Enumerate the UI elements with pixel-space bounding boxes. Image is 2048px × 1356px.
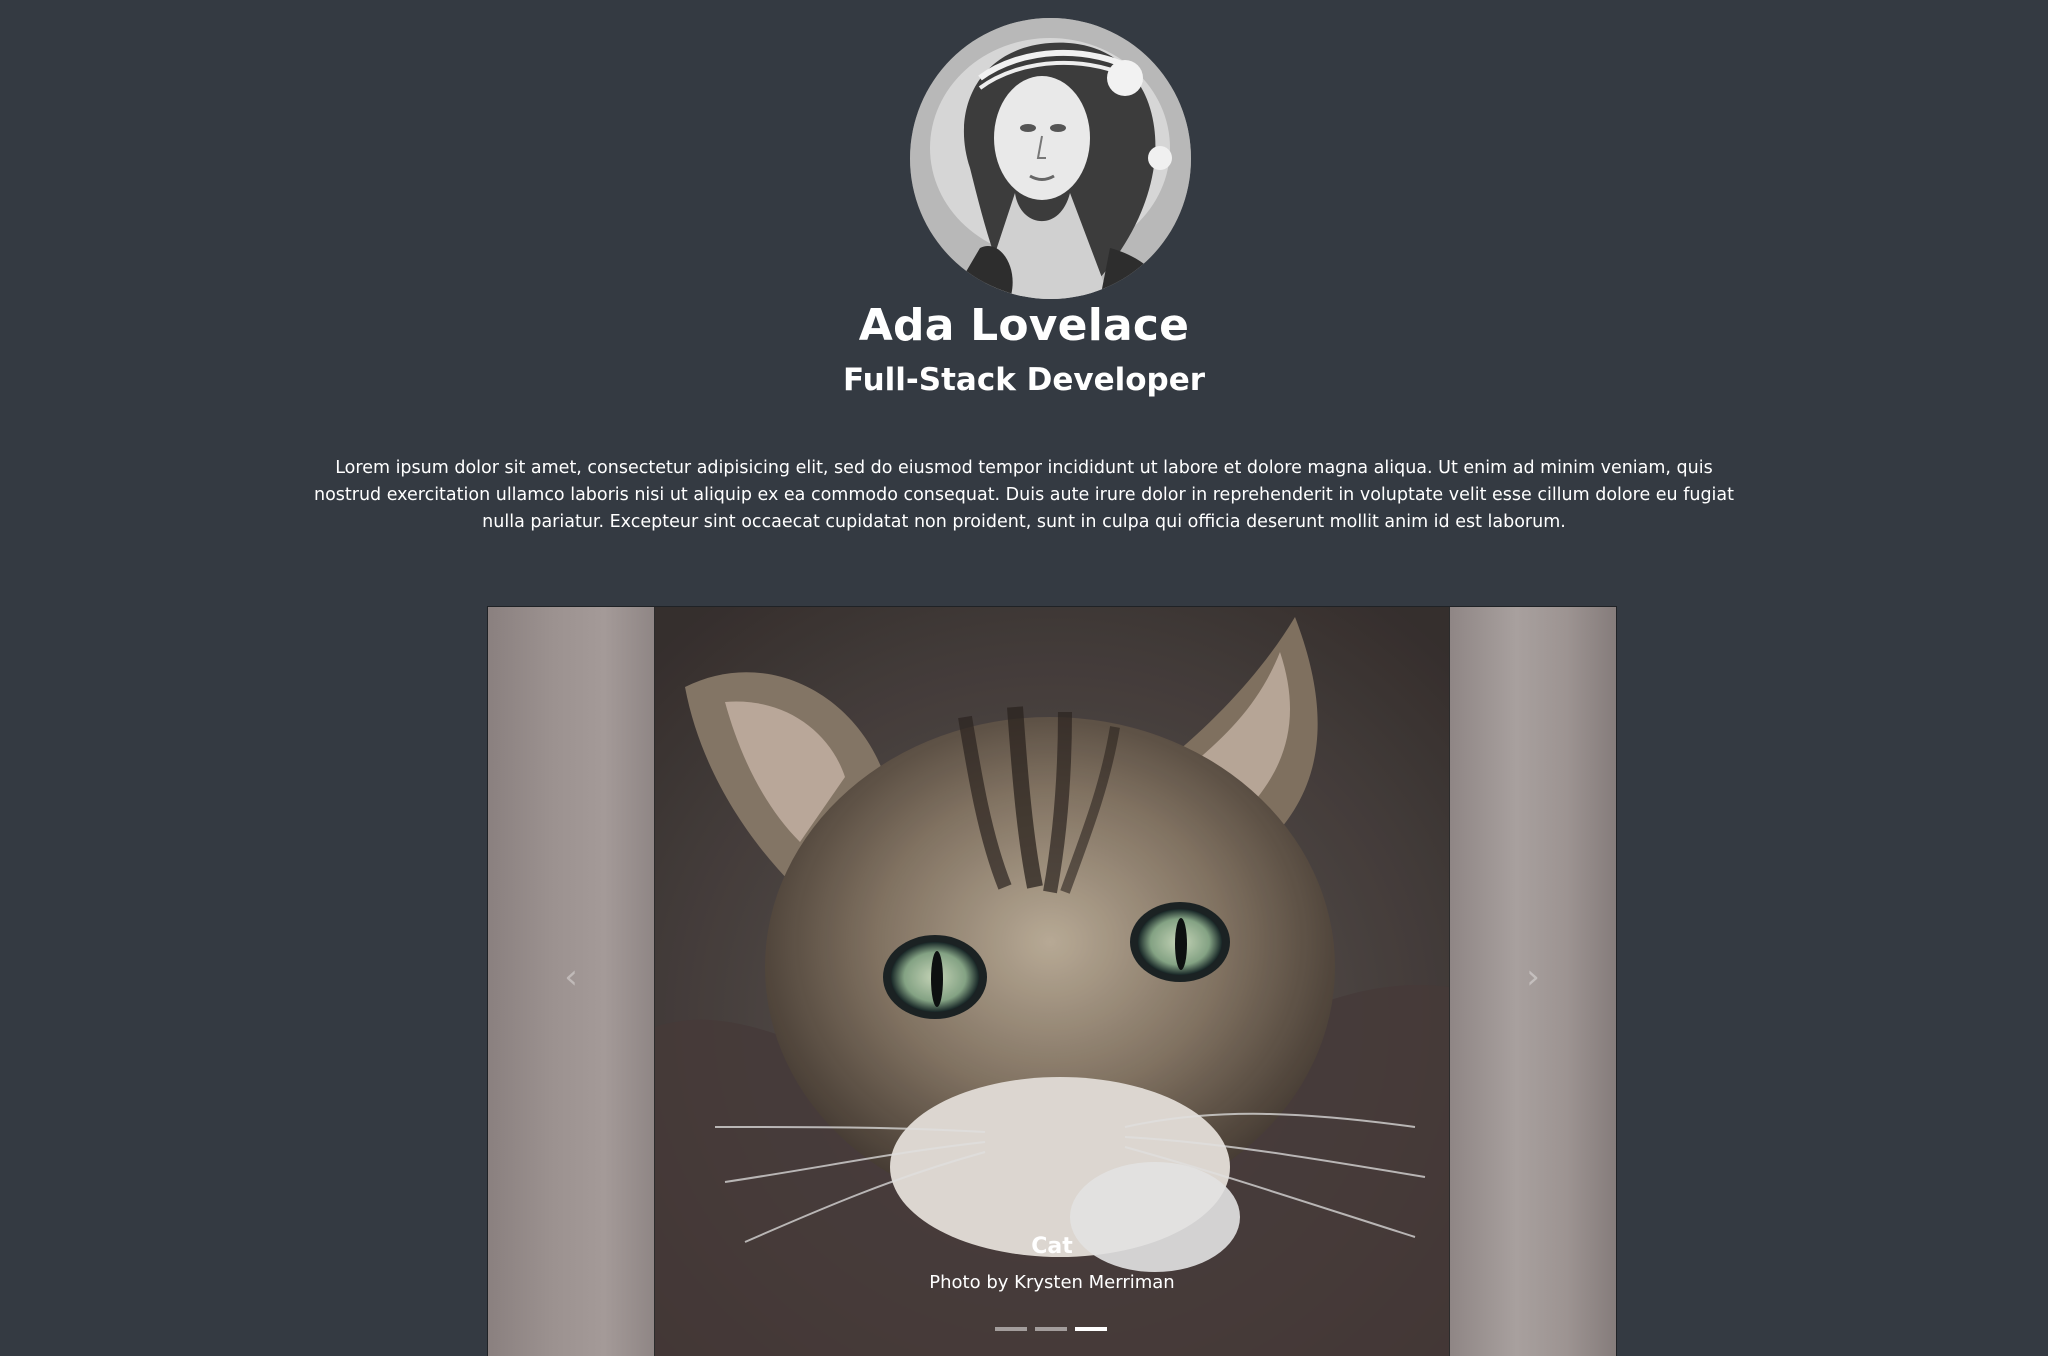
carousel-indicator-2[interactable] (1035, 1327, 1067, 1331)
avatar (910, 18, 1191, 299)
profile-role: Full-Stack Developer (842, 362, 1206, 398)
portfolio-page: Ada Lovelace Full-Stack Developer Lorem … (0, 0, 2048, 1356)
portrait-image (910, 18, 1191, 299)
carousel-indicator-3[interactable] (1075, 1327, 1107, 1331)
chevron-left-icon: ‹ (564, 957, 578, 997)
carousel-prev-control[interactable]: ‹ (541, 947, 601, 1007)
slide-caption-title: Cat (1031, 1234, 1073, 1259)
profile-name: Ada Lovelace (858, 300, 1190, 351)
image-carousel: ‹ › Cat Photo by Krysten Merriman (487, 606, 1617, 1356)
carousel-next-control[interactable]: › (1503, 947, 1563, 1007)
slide-caption-credit: Photo by Krysten Merriman (929, 1272, 1175, 1293)
carousel-indicators (995, 1327, 1107, 1331)
carousel-indicator-1[interactable] (995, 1327, 1027, 1331)
profile-bio: Lorem ipsum dolor sit amet, consectetur … (313, 458, 1734, 532)
chevron-right-icon: › (1526, 957, 1540, 997)
